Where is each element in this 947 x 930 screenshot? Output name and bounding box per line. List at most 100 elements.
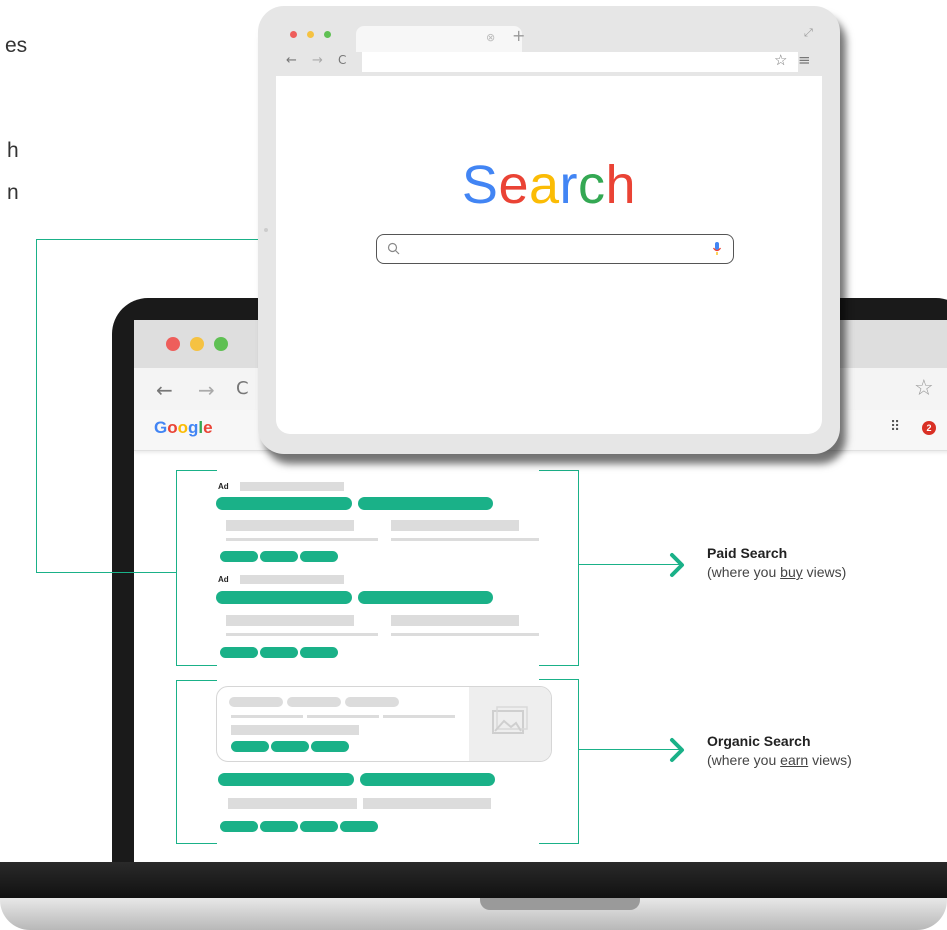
close-dot-icon[interactable] (166, 337, 180, 351)
reload-icon[interactable]: C (338, 53, 346, 67)
organic-link-pill[interactable] (260, 821, 298, 832)
plus-icon[interactable]: + (512, 26, 525, 45)
ad-snippet-line (391, 633, 539, 636)
reload-icon[interactable]: C (236, 378, 249, 399)
paid-sub-suffix: views) (802, 564, 847, 580)
logo-letter: e (203, 418, 213, 437)
organic-sub-suffix: views) (808, 752, 852, 768)
ad-snippet-line (391, 538, 539, 541)
search-letter: S (461, 155, 499, 215)
organic-sub-emphasis: earn (780, 752, 809, 768)
ad-sitelink-pill[interactable] (260, 647, 298, 658)
maximize-dot-icon[interactable] (214, 337, 228, 351)
organic-title-bar[interactable] (360, 773, 495, 786)
menu-icon[interactable]: ≡ (798, 51, 811, 69)
search-letter: e (498, 155, 529, 215)
organic-arrow-icon (670, 738, 684, 762)
organic-bracket-right (578, 679, 579, 844)
organic-bracket-left (176, 680, 177, 844)
laptop-bezel-bottom (0, 862, 947, 898)
cut-text-line-2: h (7, 139, 19, 162)
notification-badge[interactable]: 2 (922, 421, 936, 435)
paid-bracket-right (578, 470, 579, 666)
minimize-dot-icon[interactable] (190, 337, 204, 351)
ad-snippet-line (226, 633, 378, 636)
search-letter: r (559, 155, 579, 215)
card-text-placeholder (231, 725, 359, 735)
star-icon[interactable]: ☆ (914, 376, 934, 401)
forward-arrow-icon[interactable]: → (312, 53, 323, 68)
organic-link-pill[interactable] (300, 821, 338, 832)
search-connector-bottom (36, 572, 177, 573)
star-icon[interactable]: ☆ (774, 51, 787, 69)
logo-letter: G (154, 418, 168, 437)
card-link-pill[interactable] (231, 741, 269, 752)
google-logo[interactable]: Google (154, 418, 213, 438)
ad-title-bar[interactable] (358, 591, 493, 604)
ad-title-bar[interactable] (216, 497, 352, 510)
search-icon (387, 242, 400, 255)
search-title: Search (258, 154, 840, 216)
ad-snippet-placeholder (226, 520, 354, 531)
logo-letter: g (188, 418, 199, 437)
laptop-opening-notch (480, 898, 640, 910)
close-dot-icon[interactable] (290, 31, 297, 38)
browser-tab[interactable]: ⊗ (356, 26, 522, 52)
featured-result-card[interactable] (216, 686, 552, 762)
card-link-pill[interactable] (311, 741, 349, 752)
card-title-placeholder (345, 697, 399, 707)
organic-bracket-right-top (539, 679, 579, 680)
ad-snippet-placeholder (391, 520, 519, 531)
laptop-keyboard-deck (0, 898, 947, 930)
minimize-dot-icon[interactable] (307, 31, 314, 38)
search-letter: h (605, 155, 637, 215)
back-arrow-icon[interactable]: ← (156, 378, 173, 402)
paid-bracket-left (176, 470, 177, 666)
organic-link-pill[interactable] (340, 821, 378, 832)
paid-sub-emphasis: buy (780, 564, 803, 580)
ad-sitelink-pill[interactable] (260, 551, 298, 562)
ad-sitelink-pill[interactable] (220, 647, 258, 658)
ad-snippet-placeholder (226, 615, 354, 626)
logo-letter: o (177, 418, 189, 437)
paid-search-subtitle: (where you buy views) (707, 564, 846, 580)
paid-bracket-left-bottom (176, 665, 217, 666)
side-dot (264, 228, 268, 232)
paid-arrow-icon (670, 553, 684, 577)
organic-search-subtitle: (where you earn views) (707, 752, 852, 768)
ad-sitelink-pill[interactable] (300, 647, 338, 658)
organic-bracket-left-top (176, 680, 217, 681)
paid-bracket-right-bottom (539, 665, 579, 666)
ad-sitelink-pill[interactable] (300, 551, 338, 562)
organic-sub-prefix: (where you (707, 752, 781, 768)
card-thumbnail (469, 687, 551, 761)
ad-sitelink-pill[interactable] (220, 551, 258, 562)
forward-arrow-icon[interactable]: → (198, 378, 215, 402)
browser-address-bar[interactable] (362, 52, 798, 72)
paid-bracket-right-top (539, 470, 579, 471)
card-text-line (383, 715, 455, 718)
card-link-pill[interactable] (271, 741, 309, 752)
organic-link-pill[interactable] (220, 821, 258, 832)
close-tab-icon[interactable]: ⊗ (486, 31, 495, 44)
search-input[interactable] (376, 234, 734, 264)
back-arrow-icon[interactable]: ← (286, 53, 297, 68)
paid-sub-prefix: (where you (707, 564, 781, 580)
organic-snippet-placeholder (228, 798, 357, 809)
card-text-line (231, 715, 303, 718)
ad-snippet-line (226, 538, 378, 541)
card-text-line (307, 715, 379, 718)
microphone-icon[interactable] (711, 241, 723, 257)
ad-title-bar[interactable] (216, 591, 352, 604)
apps-grid-icon[interactable]: ⠿ (890, 419, 900, 435)
ad-url-placeholder (240, 482, 344, 491)
maximize-dot-icon[interactable] (324, 31, 331, 38)
search-connector-vertical (36, 239, 37, 573)
paid-bracket-left-top (176, 470, 217, 471)
card-title-placeholder (229, 697, 283, 707)
ad-title-bar[interactable] (358, 497, 493, 510)
ad-snippet-placeholder (391, 615, 519, 626)
organic-title-bar[interactable] (218, 773, 354, 786)
expand-icon[interactable]: ⤢ (804, 26, 813, 40)
floating-browser-window: ⊗ + ⤢ ← → C ☆ ≡ Search (258, 6, 840, 454)
